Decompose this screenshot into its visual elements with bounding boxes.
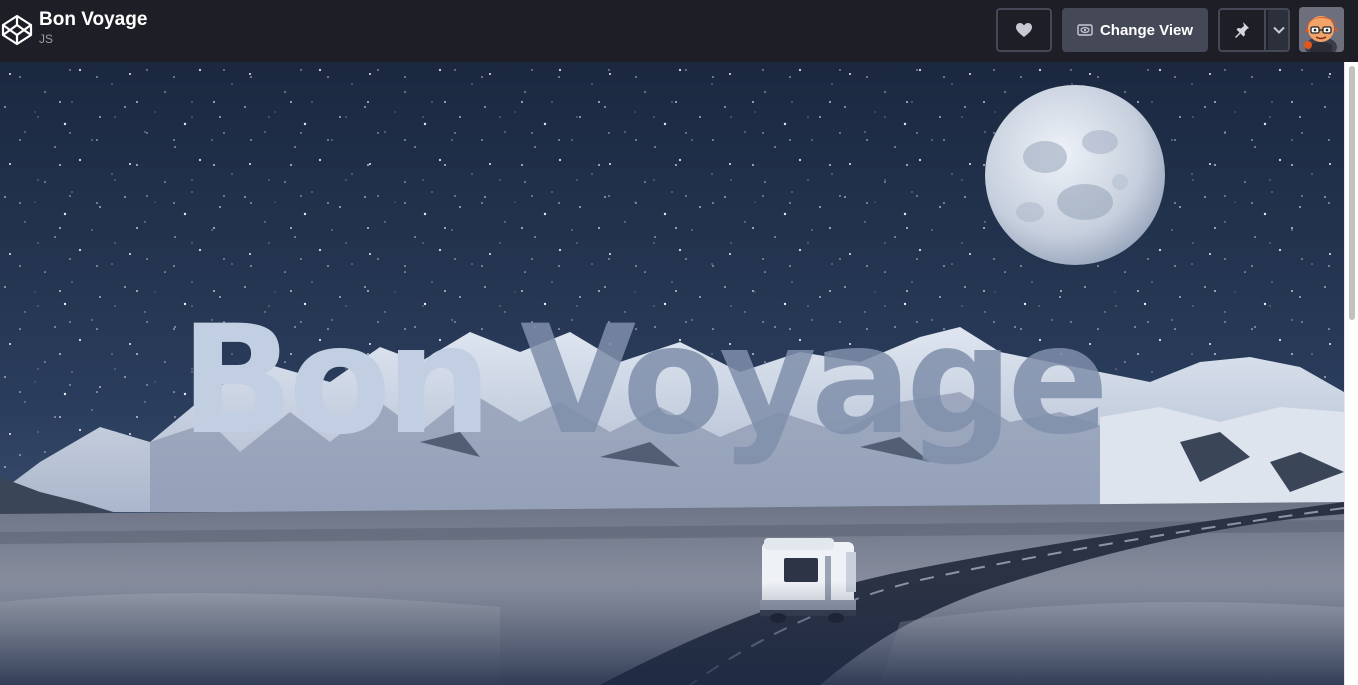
- heart-icon: [1016, 23, 1032, 37]
- change-view-label: Change View: [1099, 21, 1194, 39]
- eye-icon: [1077, 24, 1093, 36]
- pen-title[interactable]: Bon Voyage: [39, 8, 147, 32]
- pin-icon: [1235, 22, 1249, 38]
- like-button[interactable]: [996, 8, 1052, 52]
- pen-title-block: Bon Voyage JS: [39, 8, 147, 46]
- moon: [985, 85, 1165, 265]
- avatar-icon: [1299, 7, 1344, 52]
- chevron-down-icon: [1273, 26, 1285, 34]
- codepen-logo-icon[interactable]: [0, 13, 34, 47]
- scrollbar-thumb[interactable]: [1349, 66, 1355, 320]
- change-view-button[interactable]: Change View: [1062, 8, 1208, 52]
- pin-button[interactable]: [1220, 10, 1266, 50]
- pen-preview[interactable]: Bon Voyage: [0, 62, 1344, 685]
- pen-author[interactable]: JS: [39, 32, 147, 46]
- top-bar: Bon Voyage JS Change View: [0, 0, 1358, 62]
- preview-scrollbar[interactable]: [1344, 62, 1358, 685]
- pin-dropdown-button[interactable]: [1268, 10, 1288, 50]
- pin-button-group: [1218, 8, 1290, 52]
- user-avatar[interactable]: [1299, 7, 1344, 52]
- night-landscape-illustration: [0, 62, 1344, 685]
